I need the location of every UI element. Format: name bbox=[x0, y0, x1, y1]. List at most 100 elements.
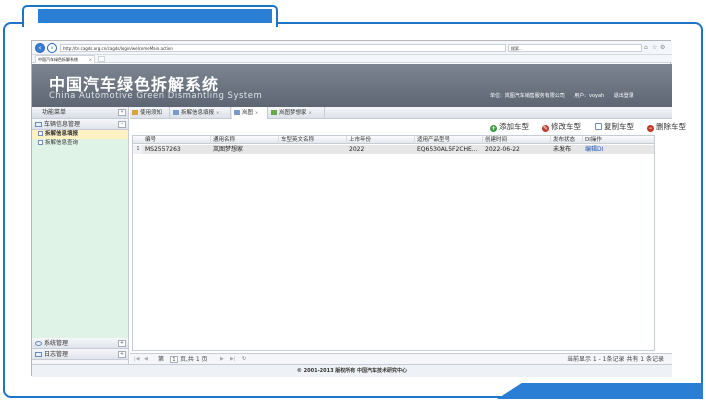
document-icon bbox=[35, 352, 42, 357]
sidebar-item-query[interactable]: 拆解信息查询 bbox=[32, 139, 128, 148]
browser-tab-title: 中国汽车绿色拆解系统 bbox=[38, 57, 78, 62]
cell-status: 未发布 bbox=[553, 146, 572, 153]
footer: © 2001-2013 版权所有 中国汽车技术研究中心 bbox=[32, 364, 672, 377]
copy-model-button[interactable]: 复制车型 bbox=[595, 122, 634, 132]
cell-name: 岚图梦想家 bbox=[213, 146, 244, 153]
column-header[interactable]: 适用产品型号 bbox=[415, 136, 483, 144]
user-value: voyah bbox=[588, 93, 605, 99]
browser-tab-bar: 中国汽车绿色拆解系统 × bbox=[32, 55, 672, 63]
column-header[interactable]: 发布状态 bbox=[551, 136, 583, 144]
unit-label: 单位: bbox=[490, 93, 502, 99]
tab-label: 拆解信息填报 bbox=[181, 110, 215, 116]
tab-voyah[interactable]: 岚图 × bbox=[232, 107, 268, 119]
sidebar-group-vehicle[interactable]: 车辆信息管理 – bbox=[32, 119, 128, 130]
row-number: 1 bbox=[133, 145, 143, 154]
cell-en-name bbox=[279, 145, 347, 154]
home-icon[interactable]: ⌂ bbox=[644, 44, 648, 51]
unit-value: 岚图汽车销售服务有限公司 bbox=[504, 93, 565, 99]
page-subtitle: China Automotive Green Dismantling Syste… bbox=[49, 91, 263, 101]
user-label: 用户: bbox=[574, 93, 586, 99]
column-header[interactable]: 编号 bbox=[143, 136, 211, 144]
sidebar-group-label: 车辆信息管理 bbox=[44, 121, 81, 128]
cell-year: 2022 bbox=[349, 146, 365, 153]
column-header[interactable]: 车型英文名称 bbox=[279, 136, 347, 144]
collapse-icon[interactable]: « bbox=[118, 109, 126, 116]
copy-icon bbox=[595, 123, 602, 130]
frame-tab-accent bbox=[38, 9, 272, 23]
close-icon[interactable]: × bbox=[216, 110, 219, 115]
cell-created: 2022-06-22 bbox=[485, 146, 520, 153]
sidebar-group-label: 系统管理 bbox=[44, 340, 69, 347]
tab-dreamer[interactable]: 岚图梦想家 × bbox=[269, 107, 325, 119]
close-icon[interactable]: × bbox=[89, 56, 92, 63]
browser-window: ‹ › http://tn.cagds.org.cn/cagds/login/w… bbox=[31, 40, 686, 377]
model-table: 编号 通用名称 车型英文名称 上市年份 适用产品型号 创建时间 发布状态 DI操… bbox=[132, 135, 655, 351]
close-icon[interactable]: × bbox=[309, 110, 312, 115]
browser-address-bar: ‹ › http://tn.cagds.org.cn/cagds/login/w… bbox=[32, 41, 672, 55]
sidebar-item-label: 拆解信息填报 bbox=[45, 131, 79, 137]
tab-notice[interactable]: 使用须知 bbox=[130, 107, 170, 119]
frame-corner-accent bbox=[497, 383, 703, 399]
sidebar-group-label: 日志管理 bbox=[44, 351, 69, 358]
folder-icon bbox=[35, 122, 42, 127]
column-header[interactable]: 上市年份 bbox=[347, 136, 415, 144]
form-icon bbox=[38, 140, 43, 145]
edit-model-button[interactable]: ✎ 修改车型 bbox=[542, 122, 581, 132]
page-input[interactable]: 1 bbox=[170, 356, 178, 363]
plus-icon[interactable]: + bbox=[118, 340, 126, 347]
column-header[interactable]: 通用名称 bbox=[211, 136, 279, 144]
column-header[interactable]: DI操作 bbox=[583, 136, 654, 144]
close-icon[interactable]: × bbox=[255, 110, 258, 115]
tab-label: 使用须知 bbox=[140, 110, 163, 116]
tab-label: 岚图 bbox=[242, 110, 254, 116]
button-label: 修改车型 bbox=[551, 122, 581, 131]
table-header: 编号 通用名称 车型英文名称 上市年份 适用产品型号 创建时间 发布状态 DI操… bbox=[133, 136, 654, 144]
forward-icon[interactable]: › bbox=[47, 43, 57, 53]
pager: |◀ ◀ 第 1 页,共 1 页 ▶ ▶| ↻ 当前显示 1 - 1条记录 共有… bbox=[130, 353, 672, 364]
search-icon bbox=[173, 110, 179, 115]
sidebar-group-system[interactable]: 系统管理 + bbox=[32, 338, 128, 349]
sidebar-items: 拆解信息填报 拆解信息查询 bbox=[32, 130, 128, 338]
table-row[interactable]: 1 MS2557263 岚图梦想家 2022 EQ6530AL5F2CHE...… bbox=[133, 145, 654, 154]
button-label: 添加车型 bbox=[499, 122, 529, 131]
sidebar-item-fill[interactable]: 拆解信息填报 bbox=[32, 130, 128, 139]
plus-icon[interactable]: + bbox=[118, 351, 126, 358]
tab-fill[interactable]: 拆解信息填报 × bbox=[171, 107, 231, 119]
grid-icon bbox=[271, 110, 277, 115]
back-icon[interactable]: ‹ bbox=[35, 43, 45, 53]
sidebar-header: 功能菜单 « bbox=[32, 107, 128, 119]
user-info: 单位: 岚图汽车销售服务有限公司 用户: voyah 退出登录 bbox=[490, 92, 637, 99]
logout-link[interactable]: 退出登录 bbox=[614, 93, 634, 99]
sidebar-group-log[interactable]: 日志管理 + bbox=[32, 349, 128, 360]
main-panel: 使用须知 拆解信息填报 × 岚图 × 岚图梦想家 × + 添加车型 ✎ 修改车型 复制车型 bbox=[130, 107, 686, 364]
search-input[interactable]: 搜索... bbox=[508, 44, 642, 52]
app-header: 中国汽车绿色拆解系统 China Automotive Green Disman… bbox=[32, 64, 672, 107]
favorites-icon[interactable]: ☆ bbox=[652, 44, 657, 51]
browser-tab[interactable]: 中国汽车绿色拆解系统 × bbox=[35, 55, 95, 63]
sidebar-item-label: 拆解信息查询 bbox=[45, 140, 79, 146]
minus-icon[interactable]: – bbox=[118, 121, 126, 128]
toolbar: + 添加车型 ✎ 修改车型 复制车型 – 删除车型 bbox=[130, 120, 686, 134]
cell-model: EQ6530AL5F2CHE... bbox=[417, 146, 478, 153]
delete-model-button[interactable]: – 删除车型 bbox=[647, 122, 687, 132]
tab-strip: 使用须知 拆解信息填报 × 岚图 × 岚图梦想家 × bbox=[130, 107, 672, 119]
button-label: 复制车型 bbox=[604, 122, 634, 131]
add-model-button[interactable]: + 添加车型 bbox=[490, 122, 529, 132]
column-header[interactable]: 创建时间 bbox=[483, 136, 551, 144]
sidebar: 功能菜单 « 车辆信息管理 – 拆解信息填报 拆解信息查询 系统管理 + 日志管… bbox=[32, 107, 129, 364]
button-label: 删除车型 bbox=[656, 122, 686, 131]
home-icon bbox=[132, 110, 138, 115]
delete-icon: – bbox=[647, 125, 654, 132]
search-icon bbox=[234, 110, 240, 115]
gear-icon bbox=[35, 341, 42, 346]
settings-icon[interactable]: ⚙ bbox=[660, 44, 665, 51]
edit-icon: ✎ bbox=[542, 125, 549, 132]
tab-label: 岚图梦想家 bbox=[279, 110, 307, 116]
edit-di-link[interactable]: 编辑DI bbox=[583, 145, 654, 154]
url-input[interactable]: http://tn.cagds.org.cn/cagds/login/welco… bbox=[60, 44, 506, 52]
form-icon bbox=[38, 131, 43, 136]
sidebar-title: 功能菜单 bbox=[42, 109, 67, 116]
cell-id: MS2557263 bbox=[145, 146, 181, 153]
plus-icon: + bbox=[490, 125, 497, 132]
new-tab-icon[interactable] bbox=[98, 56, 105, 62]
